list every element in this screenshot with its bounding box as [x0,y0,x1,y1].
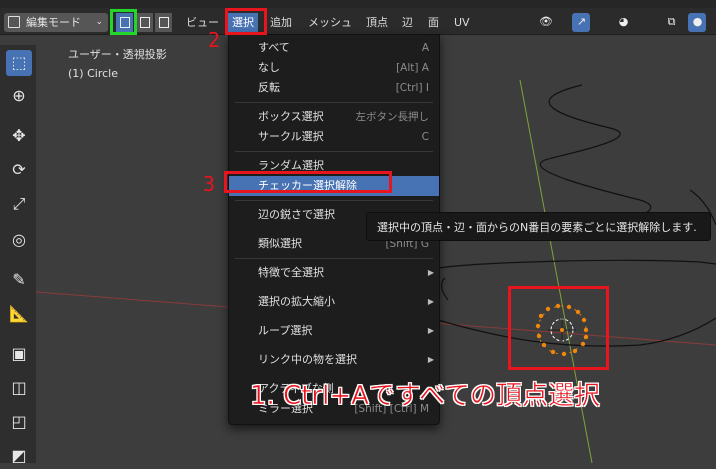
move-arrows-icon: ✥ [12,126,26,145]
gizmo-toggle[interactable]: ↗ [572,13,590,32]
annotate-tool[interactable]: ✎ [6,267,32,293]
submenu-arrow-icon: ▶ [427,326,434,335]
rotate-tool[interactable]: ⟳ [6,157,32,183]
ring-curve-left [441,277,449,301]
submenu-arrow-icon: ▶ [427,268,434,277]
edge-select-mode-button[interactable] [136,13,153,32]
edge-mode-icon [140,17,150,28]
add-cube-tool[interactable]: ▣ [6,341,32,367]
gizmo-icon: ↗ [576,15,587,28]
menu-item-select-linked[interactable]: リンク中の物を選択 ▶ [229,350,439,370]
step-3-label: 3 [203,172,216,196]
menu-item-select-all-by-trait[interactable]: 特徴で全選択 ▶ [229,263,439,283]
menu-face[interactable]: 面 [424,13,443,33]
top-strip [0,0,716,8]
inset-icon: ◰ [11,412,27,431]
ring-curve-top [437,259,716,269]
xray-icon: ⧉ [667,15,676,28]
step-2-label: 2 [208,28,221,52]
move-tool[interactable]: ✥ [6,123,32,149]
tool-shelf: ⬚ ⊕ ✥ ⟳ ⤢ ◎ ✎ 📐 ▣ ◫ ◰ ◩ [0,45,36,465]
inset-tool[interactable]: ◰ [6,409,32,435]
3d-viewport-header: 編集モード ⌄ ビュー 選択 追加 メッシュ 頂点 辺 面 UV 👁 ↗ ◕ ⧉… [0,0,716,35]
scale-tool[interactable]: ⤢ [6,191,32,217]
select-box-tool[interactable]: ⬚ [6,50,32,76]
highlight-select-menu [225,8,267,35]
cursor-arrow-icon: ⬚ [11,53,27,72]
mode-selector[interactable]: 編集モード ⌄ [4,13,108,32]
menu-item-circle-select[interactable]: サークル選択 C [229,127,439,147]
menu-mesh[interactable]: メッシュ [304,13,356,33]
cursor-tool[interactable]: ⊕ [6,83,32,109]
menu-separator [235,200,433,201]
transform-icon: ◎ [12,230,26,249]
eye-icon: 👁 [539,15,553,28]
menu-item-select-more-less[interactable]: 選択の拡大縮小 ▶ [229,292,439,312]
menu-uv[interactable]: UV [450,13,474,33]
menu-item-box-select[interactable]: ボックス選択 左ボタン長押し [229,107,439,127]
cube-icon: ▣ [11,344,27,363]
menu-separator [235,258,433,259]
menu-item-invert[interactable]: 反転 [Ctrl] I [229,78,439,98]
xray-toggle[interactable]: ⧉ [662,13,680,32]
pencil-icon: ✎ [12,270,26,289]
mode-label: 編集モード [26,16,81,29]
menu-vertex[interactable]: 頂点 [362,13,392,33]
edit-mode-icon [8,16,20,28]
measure-tool[interactable]: 📐 [6,301,32,327]
chevron-down-icon: ⌄ [95,17,103,27]
transform-tool[interactable]: ◎ [6,227,32,253]
extrude-tool[interactable]: ◫ [6,375,32,401]
submenu-arrow-icon: ▶ [427,297,434,306]
menu-edge[interactable]: 辺 [398,13,417,33]
highlight-circle-vertices [508,286,609,370]
menu-item-none[interactable]: なし [Alt] A [229,58,439,78]
tooltip: 選択中の頂点・辺・面からのN番目の要素ごとに選択解除します. [366,212,711,241]
step-1-instruction: 1. Ctrl+Aですべての頂点選択 [250,381,601,412]
solid-sphere-icon: ● [692,15,703,28]
submenu-arrow-icon: ▶ [427,355,434,364]
menu-separator [235,102,433,103]
menu-add[interactable]: 追加 [266,13,296,33]
crosshair-icon: ⊕ [12,86,26,105]
ruler-icon: 📐 [9,304,29,323]
overlay-toggle[interactable]: ◕ [614,13,632,32]
solid-shading-button[interactable]: ● [688,13,706,32]
highlight-vertex-mode [110,9,137,35]
object-label: (1) Circle [68,67,118,80]
menu-separator [235,151,433,152]
extrude-icon: ◫ [11,378,27,397]
rotate-icon: ⟳ [12,160,26,179]
bevel-tool[interactable]: ◩ [6,443,32,469]
visibility-dropdown[interactable]: 👁 [536,13,570,32]
face-mode-icon [159,17,169,28]
menu-item-all[interactable]: すべて A [229,38,439,58]
bevel-icon: ◩ [11,446,27,465]
scale-icon: ⤢ [12,194,26,213]
overlay-icon: ◕ [618,15,629,28]
highlight-checker-deselect [224,171,392,193]
menu-item-select-loops[interactable]: ループ選択 ▶ [229,321,439,341]
view-label: ユーザー・透視投影 [68,48,167,61]
face-select-mode-button[interactable] [155,13,172,32]
